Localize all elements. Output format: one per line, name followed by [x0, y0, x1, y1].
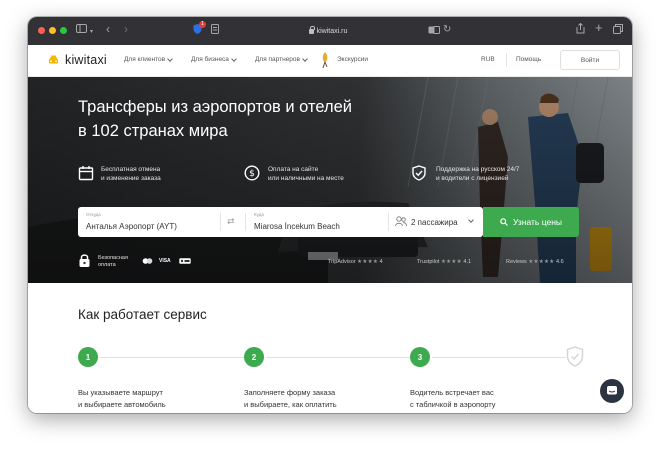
- step-3-text: Водитель встречает вас с табличкой в аэр…: [410, 388, 496, 409]
- back-icon[interactable]: ‹: [106, 22, 110, 36]
- feature-payment: Оплата на сайте или наличными на месте: [268, 166, 344, 182]
- section-title: Как работает сервис: [78, 307, 207, 322]
- step-2-text: Заполняете форму заказа и выбираете, как…: [244, 388, 337, 409]
- extension-badge: 1: [199, 21, 206, 28]
- minimize-window-button[interactable]: [49, 27, 56, 34]
- swap-icon[interactable]: ⇄: [227, 216, 235, 227]
- step-1-text: Вы указываете маршрут и выбираете автомо…: [78, 388, 166, 409]
- chevron-down-icon: [302, 55, 308, 62]
- nav-for-clients[interactable]: Для клиентов: [124, 55, 173, 63]
- chevron-down-icon: [231, 55, 237, 62]
- nav-for-business[interactable]: Для бизнеса: [191, 55, 237, 63]
- step-number-1: 1: [78, 347, 98, 367]
- browser-window: ▾ ‹ › 1 kiwitaxi.ru ↻ + kiwitaxi Для кли…: [28, 17, 632, 413]
- reload-icon[interactable]: ↻: [443, 23, 451, 37]
- nav-for-partners[interactable]: Для партнеров: [255, 55, 308, 63]
- transfer-search-form: Откуда Анталья Аэропорт (AYT) ⇄ Куда Mia…: [78, 207, 483, 237]
- tabs-overview-icon[interactable]: [613, 24, 623, 39]
- feature-free-cancel: Бесплатная отмена и изменение заказа: [101, 166, 161, 182]
- passengers-icon: [395, 216, 407, 227]
- step-connector: [432, 357, 566, 358]
- chevron-down-icon: [167, 55, 173, 62]
- lock-icon: [308, 25, 315, 34]
- padlock-icon: [79, 254, 90, 267]
- sidebar-icon[interactable]: [76, 24, 87, 38]
- currency-selector[interactable]: RUB: [481, 56, 495, 63]
- new-tab-icon[interactable]: +: [595, 21, 603, 35]
- field-divider: [220, 213, 221, 231]
- chevron-down-icon: [468, 217, 474, 223]
- shield-check-icon: [412, 165, 426, 181]
- step-number-2: 2: [244, 347, 264, 367]
- to-label: Куда: [254, 212, 264, 217]
- calendar-icon: [78, 166, 94, 181]
- rating-trustpilot[interactable]: Trustpilot ★★★★ 4.1: [417, 259, 471, 265]
- get-prices-button[interactable]: Узнать цены: [483, 207, 579, 237]
- from-value: Анталья Аэропорт (AYT): [86, 222, 177, 231]
- translate-icon[interactable]: [428, 25, 440, 39]
- passengers-value: 2 пассажира: [411, 218, 458, 227]
- to-value: Miarosa İncekum Beach: [254, 222, 340, 231]
- dollar-icon: $: [244, 165, 260, 181]
- chat-icon: [607, 386, 617, 395]
- mastercard-icon: [142, 258, 153, 264]
- apple-pay-icon: [179, 258, 191, 264]
- site-logo[interactable]: kiwitaxi: [65, 53, 107, 67]
- taxi-car-icon: [49, 55, 58, 64]
- passengers-selector[interactable]: 2 пассажира: [389, 207, 483, 237]
- share-icon[interactable]: [576, 22, 585, 39]
- step-number-3: 3: [410, 347, 430, 367]
- feature-support: Поддержка на русском 24/7 и водители с л…: [436, 166, 520, 182]
- hero-title-line2: в 102 странах мира: [78, 122, 228, 140]
- chevron-down-icon[interactable]: ▾: [90, 25, 93, 39]
- hero-title-line1: Трансферы из аэропортов и отелей: [78, 98, 353, 116]
- svg-text:$: $: [249, 169, 255, 179]
- hero-section: Трансферы из аэропортов и отелей в 102 с…: [28, 77, 632, 283]
- forward-icon[interactable]: ›: [124, 22, 128, 36]
- to-field[interactable]: Куда Miarosa İncekum Beach: [246, 207, 388, 237]
- nav-excursions[interactable]: Экскурсии: [337, 56, 368, 63]
- zoom-window-button[interactable]: [60, 27, 67, 34]
- from-label: Откуда: [86, 212, 101, 217]
- visa-logo: VISA: [159, 258, 171, 264]
- url-text: kiwitaxi.ru: [316, 27, 348, 35]
- star-rating-icon: ★★★★★: [528, 259, 555, 265]
- address-bar[interactable]: kiwitaxi.ru: [263, 24, 393, 38]
- nav-divider: [506, 53, 507, 67]
- star-rating-icon: ★★★★: [440, 259, 462, 265]
- browser-toolbar: ▾ ‹ › 1 kiwitaxi.ru ↻ +: [28, 17, 632, 45]
- reader-icon[interactable]: [211, 24, 219, 39]
- support-chat-button[interactable]: [600, 379, 624, 403]
- close-window-button[interactable]: [38, 27, 45, 34]
- login-button[interactable]: Войти: [560, 50, 620, 70]
- from-field[interactable]: Откуда Анталья Аэропорт (AYT): [78, 207, 220, 237]
- help-link[interactable]: Помощь: [516, 56, 541, 63]
- step-connector: [266, 357, 410, 358]
- search-icon: [500, 218, 508, 226]
- rating-tripadvisor[interactable]: TripAdvisor ★★★★ 4: [328, 259, 383, 265]
- site-header: kiwitaxi Для клиентов Для бизнеса Для па…: [28, 45, 632, 77]
- rating-reviews[interactable]: Reviews ★★★★★ 4.6: [506, 259, 564, 265]
- secure-payment-label: Безопасная оплата: [98, 255, 128, 268]
- star-rating-icon: ★★★★: [357, 259, 379, 265]
- step-connector: [100, 357, 244, 358]
- shield-check-icon: [566, 346, 584, 367]
- tourist-ribbon-icon: [322, 52, 328, 69]
- how-it-works-section: Как работает сервис 1 2 3 Вы указываете …: [28, 283, 632, 413]
